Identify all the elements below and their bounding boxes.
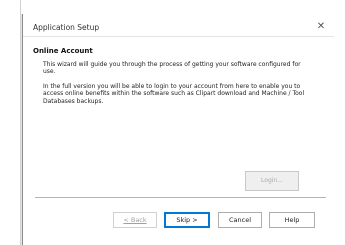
background-window-edge: [20, 0, 21, 245]
footer-separator: [35, 197, 326, 198]
skip-button[interactable]: Skip >: [164, 212, 210, 228]
title-bar: Application Setup ✕: [23, 14, 334, 36]
back-button[interactable]: < Back: [113, 212, 157, 228]
cancel-button[interactable]: Cancel: [218, 212, 262, 228]
details-paragraph: In the full version you will be able to …: [43, 83, 305, 105]
setup-dialog: Application Setup ✕ Online Account This …: [22, 14, 334, 245]
intro-paragraph: This wizard will guide you through the p…: [43, 61, 301, 76]
section-title: Online Account: [33, 47, 93, 55]
close-icon[interactable]: ✕: [314, 20, 328, 34]
wizard-content: Online Account This wizard will guide yo…: [23, 36, 334, 195]
help-button[interactable]: Help: [269, 212, 315, 228]
window-title: Application Setup: [33, 23, 100, 32]
login-button[interactable]: Login...: [245, 171, 299, 191]
wizard-footer: < Back Skip > Cancel Help: [23, 195, 334, 245]
